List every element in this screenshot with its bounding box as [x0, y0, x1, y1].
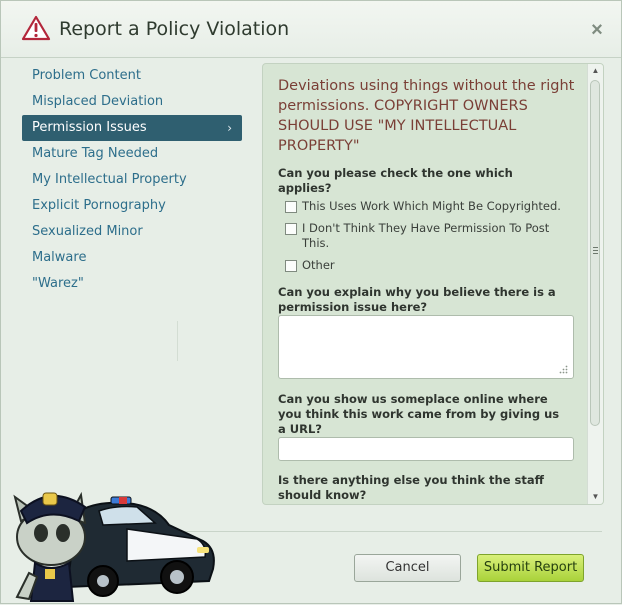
sidebar-item-label: "Warez" [32, 276, 84, 291]
sidebar-item-malware[interactable]: Malware [22, 245, 242, 271]
violation-type-menu: Problem Content Misplaced Deviation Perm… [22, 63, 242, 297]
close-icon[interactable]: × [589, 20, 605, 40]
sidebar-item-label: Misplaced Deviation [32, 94, 164, 109]
sidebar-item-permission-issues[interactable]: Permission Issues › [22, 115, 242, 141]
sidebar-item-warez[interactable]: "Warez" [22, 271, 242, 297]
sidebar-divider [177, 321, 178, 361]
resize-grip-icon[interactable] [558, 364, 568, 374]
question-anything-else: Is there anything else you think the sta… [278, 473, 544, 502]
option-label: This Uses Work Which Might Be Copyrighte… [302, 199, 561, 213]
sidebar-item-mature-tag-needed[interactable]: Mature Tag Needed [22, 141, 242, 167]
sidebar-item-sexualized-minor[interactable]: Sexualized Minor [22, 219, 242, 245]
sidebar-item-explicit-pornography[interactable]: Explicit Pornography [22, 193, 242, 219]
question-explain-permission: Can you explain why you believe there is… [278, 285, 556, 314]
sidebar-item-label: Problem Content [32, 68, 141, 83]
sidebar-item-label: Explicit Pornography [32, 198, 166, 213]
sidebar-item-label: Permission Issues [32, 120, 147, 135]
sidebar-item-label: My Intellectual Property [32, 172, 187, 187]
url-input[interactable] [278, 437, 574, 461]
option-label: Other [302, 258, 335, 272]
category-description: Deviations using things without the righ… [278, 78, 575, 154]
option-other[interactable]: Other [285, 258, 575, 273]
sidebar-item-misplaced-deviation[interactable]: Misplaced Deviation [22, 89, 242, 115]
option-label: I Don't Think They Have Permission To Po… [302, 221, 550, 250]
chevron-right-icon: › [227, 121, 232, 135]
sidebar-item-label: Mature Tag Needed [32, 146, 159, 161]
sidebar-item-label: Malware [32, 250, 87, 265]
explanation-textarea[interactable] [278, 315, 574, 379]
question-which-applies: Can you please check the one which appli… [278, 166, 513, 195]
question-source-url: Can you show us someplace online where y… [278, 392, 560, 436]
submit-report-button[interactable]: Submit Report [477, 554, 584, 582]
dialog-title: Report a Policy Violation [59, 18, 290, 40]
scroll-thumb[interactable] [590, 80, 600, 426]
report-dialog: Report a Policy Violation × Problem Cont… [0, 0, 622, 604]
warning-triangle-icon [21, 15, 51, 41]
sidebar-item-my-intellectual-property[interactable]: My Intellectual Property [22, 167, 242, 193]
sidebar-item-problem-content[interactable]: Problem Content [22, 63, 242, 89]
scroll-up-arrow-icon[interactable]: ▲ [588, 64, 603, 78]
checkbox-no-permission[interactable] [285, 223, 297, 235]
dialog-header: Report a Policy Violation × [1, 1, 621, 58]
police-mascot-illustration [13, 491, 215, 602]
cancel-button[interactable]: Cancel [354, 554, 461, 582]
scroll-down-arrow-icon[interactable]: ▼ [588, 490, 603, 504]
form-scrollbar[interactable]: ▲ ▼ [587, 64, 603, 504]
option-copyrighted[interactable]: This Uses Work Which Might Be Copyrighte… [285, 199, 575, 214]
option-no-permission[interactable]: I Don't Think They Have Permission To Po… [285, 221, 575, 251]
grip-lines-icon [593, 247, 598, 254]
checkbox-copyrighted[interactable] [285, 201, 297, 213]
report-form-panel: Deviations using things without the righ… [262, 63, 604, 505]
form-scroll-area: Deviations using things without the righ… [263, 64, 587, 504]
sidebar-item-label: Sexualized Minor [32, 224, 143, 239]
checkbox-other[interactable] [285, 260, 297, 272]
